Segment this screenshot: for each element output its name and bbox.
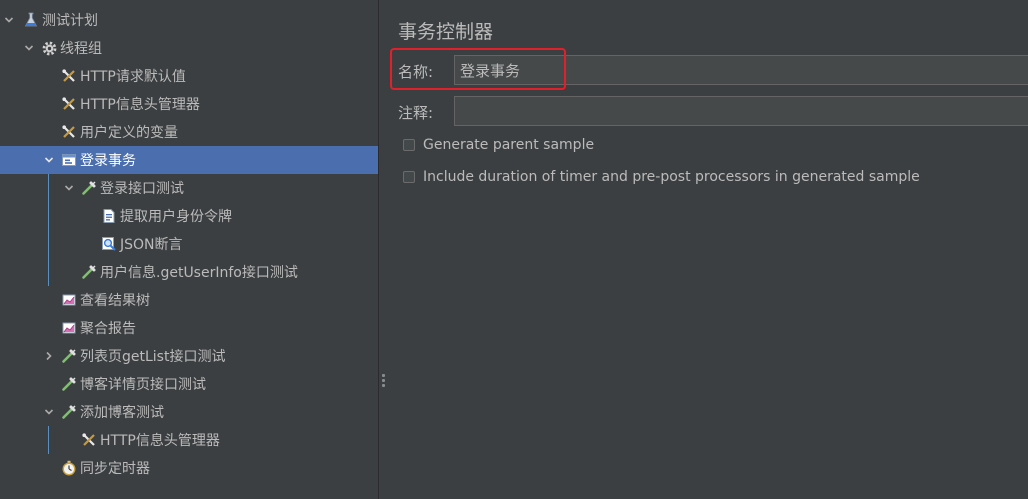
tree-item-label: 用户信息.getUserInfo接口测试 <box>100 265 298 281</box>
test-plan-tree[interactable]: 测试计划 线程组 HTTP请求默认值 HTTP信息头管理器 用户定义的变量 登录… <box>0 0 379 499</box>
tree-item-http-header-manager-child[interactable]: HTTP信息头管理器 <box>0 426 378 454</box>
tree-item-label: 博客详情页接口测试 <box>80 377 206 393</box>
tree-item-get-list-test[interactable]: 列表页getList接口测试 <box>0 342 378 370</box>
include-duration-label: Include duration of timer and pre-post p… <box>423 169 920 185</box>
sampler-pipette-icon <box>60 403 78 421</box>
chevron-down-icon[interactable] <box>62 174 76 202</box>
sampler-pipette-icon <box>80 179 98 197</box>
listener-graph-icon <box>60 291 78 309</box>
tree-item-label: HTTP请求默认值 <box>80 69 186 85</box>
tree-item-http-header-manager[interactable]: HTTP信息头管理器 <box>0 90 378 118</box>
tree-item-label: 添加博客测试 <box>80 405 164 421</box>
tree-item-json-assertion[interactable]: JSON断言 <box>0 230 378 258</box>
highlight-annotation-box <box>390 48 566 90</box>
include-duration-checkbox[interactable] <box>403 171 415 183</box>
chevron-down-icon[interactable] <box>42 146 56 174</box>
sampler-pipette-icon <box>60 347 78 365</box>
tree-item-label: HTTP信息头管理器 <box>80 97 200 113</box>
generate-parent-sample-option[interactable]: Generate parent sample <box>403 137 594 153</box>
extractor-document-icon <box>100 207 118 225</box>
tree-item-label: 登录接口测试 <box>100 181 184 197</box>
chevron-down-icon[interactable] <box>42 398 56 426</box>
tree-item-test-plan[interactable]: 测试计划 <box>0 6 378 34</box>
config-tools-icon <box>60 95 78 113</box>
tree-item-add-blog-test[interactable]: 添加博客测试 <box>0 398 378 426</box>
tree-item-extract-token[interactable]: 提取用户身份令牌 <box>0 202 378 230</box>
tree-item-label: 登录事务 <box>80 153 136 169</box>
tree-item-label: HTTP信息头管理器 <box>100 433 220 449</box>
chevron-right-icon[interactable] <box>42 342 56 370</box>
tree-item-label: 列表页getList接口测试 <box>80 349 226 365</box>
transaction-controller-panel: 事务控制器 名称: 注释: Generate parent sample Inc… <box>388 0 1028 499</box>
tree-item-label: 测试计划 <box>42 13 98 29</box>
tree-item-get-user-info-test[interactable]: 用户信息.getUserInfo接口测试 <box>0 258 378 286</box>
tree-item-label: 用户定义的变量 <box>80 125 178 141</box>
tree-item-sync-timer[interactable]: 同步定时器 <box>0 454 378 482</box>
listener-graph-icon <box>60 319 78 337</box>
test-plan-flask-icon <box>22 11 40 29</box>
tree-guide-line <box>48 426 49 454</box>
tree-item-login-transaction[interactable]: 登录事务 <box>0 146 378 174</box>
panel-title: 事务控制器 <box>398 21 494 43</box>
tree-item-login-api-test[interactable]: 登录接口测试 <box>0 174 378 202</box>
generate-parent-sample-label: Generate parent sample <box>423 137 595 153</box>
config-tools-icon <box>80 431 98 449</box>
tree-item-aggregate-report[interactable]: 聚合报告 <box>0 314 378 342</box>
transaction-controller-icon <box>60 151 78 169</box>
config-tools-icon <box>60 67 78 85</box>
chevron-down-icon[interactable] <box>22 34 36 62</box>
tree-item-label: 线程组 <box>60 41 102 57</box>
tree-item-view-results-tree[interactable]: 查看结果树 <box>0 286 378 314</box>
tree-item-http-request-defaults[interactable]: HTTP请求默认值 <box>0 62 378 90</box>
tree-item-label: 聚合报告 <box>80 321 136 337</box>
thread-group-gear-icon <box>40 39 58 57</box>
tree-item-thread-group[interactable]: 线程组 <box>0 34 378 62</box>
timer-stopwatch-icon <box>60 459 78 477</box>
tree-item-blog-detail-test[interactable]: 博客详情页接口测试 <box>0 370 378 398</box>
chevron-down-icon[interactable] <box>2 6 16 34</box>
sampler-pipette-icon <box>80 263 98 281</box>
tree-item-user-defined-variables[interactable]: 用户定义的变量 <box>0 118 378 146</box>
sampler-pipette-icon <box>60 375 78 393</box>
assertion-magnifier-icon <box>100 235 118 253</box>
tree-item-label: 提取用户身份令牌 <box>120 209 232 225</box>
comment-label: 注释: <box>398 104 434 122</box>
tree-guide-line <box>48 174 49 286</box>
include-duration-option[interactable]: Include duration of timer and pre-post p… <box>403 169 920 185</box>
tree-item-label: 查看结果树 <box>80 293 150 309</box>
tree-item-label: JSON断言 <box>120 237 183 253</box>
generate-parent-sample-checkbox[interactable] <box>403 139 415 151</box>
drag-handle-icon[interactable] <box>382 374 385 389</box>
comment-field[interactable] <box>454 96 1028 126</box>
config-tools-icon <box>60 123 78 141</box>
tree-item-label: 同步定时器 <box>80 461 150 477</box>
